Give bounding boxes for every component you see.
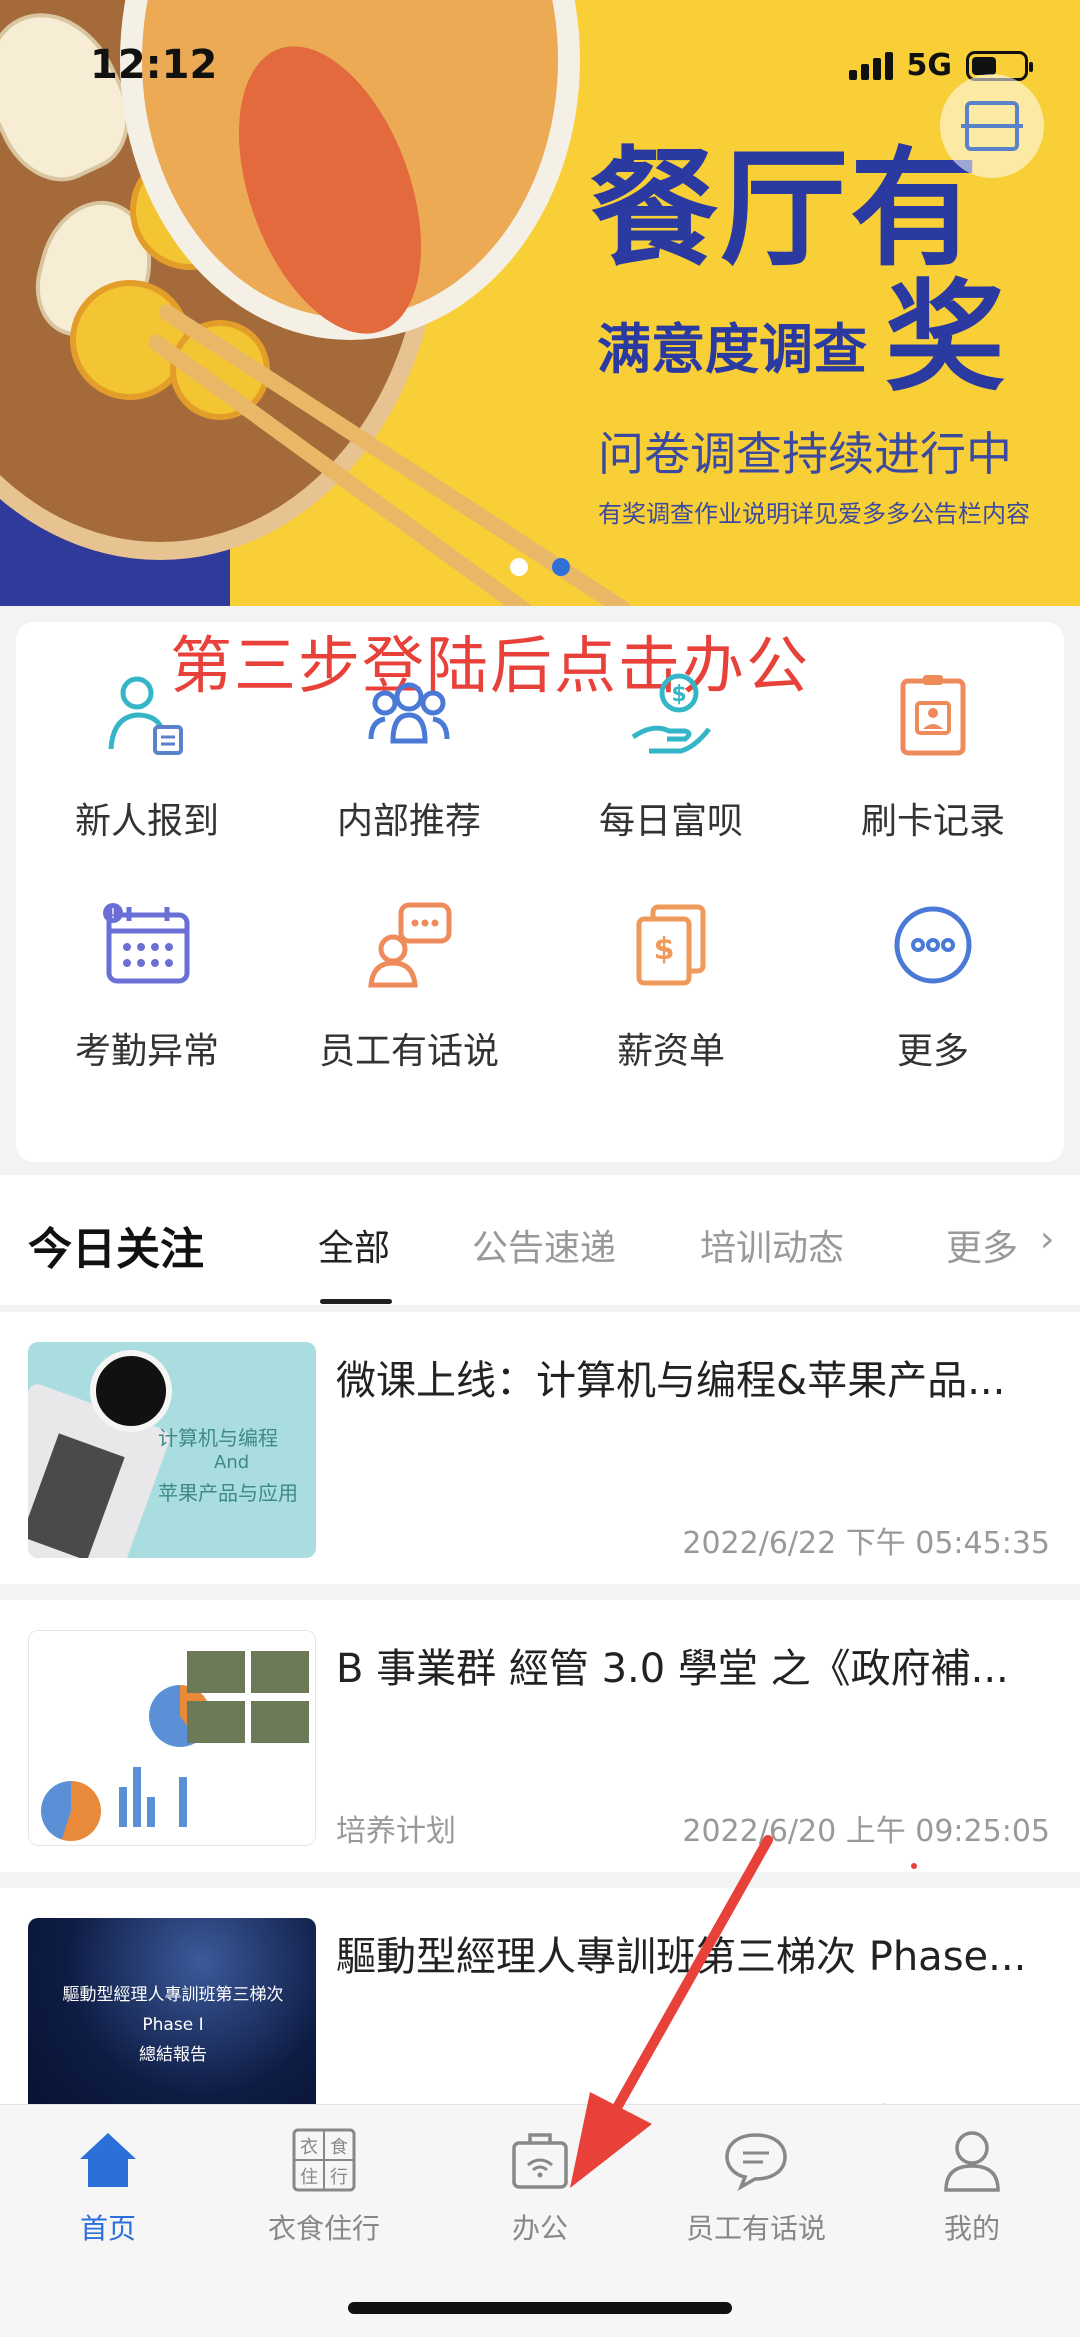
carousel-dot-active[interactable] [552, 558, 570, 576]
news-title[interactable]: 微课上线：计算机与编程&苹果产品... [336, 1348, 1048, 1406]
grid-item-daily-fortune[interactable]: $ 每日富呗 [540, 660, 802, 844]
news-thumbnail: 驅動型經理人專訓班第三梯次Phase I 總結報告 [28, 1918, 316, 2134]
office-briefcase-icon [502, 2125, 578, 2195]
scan-icon [961, 101, 1023, 151]
news-thumbnail: 计算机与编程 And 苹果产品与应用 [28, 1342, 316, 1558]
tab-more[interactable]: 更多 [946, 1219, 1018, 1271]
grid-item-label: 内部推荐 [336, 801, 481, 842]
nav-label: 我的 [943, 2212, 1000, 2245]
tab-announcements[interactable]: 公告速递 [472, 1219, 616, 1271]
home-icon [70, 2125, 146, 2195]
svg-text:食: 食 [330, 2137, 348, 2158]
focus-tab-bar: 今日关注 全部 公告速递 培训动态 更多 › [0, 1175, 1080, 1305]
referral-icon [354, 660, 464, 770]
more-circle-icon [878, 890, 988, 1000]
thumbnail-text: 驅動型經理人專訓班第三梯次Phase I 總結報告 [62, 1985, 284, 2065]
banner-subtitle: 问卷调查持续进行中 [598, 427, 1012, 481]
grid-item-label: 更多 [896, 1031, 969, 1072]
grid-item-payslip[interactable]: $ 薪资单 [540, 890, 802, 1074]
payslip-icon: $ [616, 890, 726, 1000]
news-title[interactable]: 驅動型經理人專訓班第三梯次 Phase... [336, 1924, 1048, 1982]
nav-home[interactable]: 首页 [0, 2125, 216, 2247]
badge-card-icon [878, 660, 988, 770]
news-time: 2022/6/22 下午 05:45:35 [682, 1526, 1050, 1561]
banner-note: 有奖调查作业说明详见爱多多公告栏内容 [598, 500, 1030, 528]
svg-text:!: ! [110, 907, 115, 922]
grid-item-label: 刷卡记录 [860, 801, 1005, 842]
chat-person-icon [354, 890, 464, 1000]
scan-button[interactable] [940, 74, 1044, 178]
svg-text:$: $ [671, 682, 686, 707]
active-tab-underline [320, 1299, 392, 1304]
nav-office[interactable]: 办公 [432, 2125, 648, 2247]
news-time: 2022/6/20 上午 09:25:05 [682, 1814, 1050, 1849]
focus-heading: 今日关注 [28, 1224, 204, 1275]
svg-text:行: 行 [330, 2167, 348, 2188]
thumbnail-text: And [214, 1452, 250, 1473]
news-title[interactable]: B 事業群 經管 3.0 學堂 之《政府補... [336, 1636, 1048, 1694]
chevron-right-icon[interactable]: › [1040, 1219, 1054, 1260]
news-item[interactable]: B 事業群 經管 3.0 學堂 之《政府補... 培养计划 2022/6/20 … [0, 1600, 1080, 1872]
status-time: 12:12 [90, 42, 218, 88]
grid-item-label: 员工有话说 [318, 1031, 499, 1072]
news-tag: 培养计划 [336, 1814, 456, 1849]
grid-item-label: 新人报到 [74, 801, 219, 842]
grid-item-label: 考勤异常 [74, 1031, 219, 1072]
nav-profile[interactable]: 我的 [864, 2125, 1080, 2247]
carousel-dot[interactable] [510, 558, 528, 576]
grid-item-label: 每日富呗 [598, 801, 743, 842]
banner-carousel[interactable]: 餐厅有 奖 满意度调查 问卷调查持续进行中 有奖调查作业说明详见爱多多公告栏内容 [0, 0, 1080, 606]
profile-icon [934, 2125, 1010, 2195]
grid-item-more[interactable]: 更多 [802, 890, 1064, 1074]
nav-label: 员工有话说 [685, 2212, 826, 2245]
clothing-food-grid-icon: 衣 食 住 行 [286, 2125, 362, 2195]
carousel-indicator [510, 558, 570, 576]
banner-line2: 满意度调查 [597, 318, 867, 381]
svg-text:住: 住 [300, 2167, 318, 2188]
signal-icon [848, 51, 893, 80]
banner-title-big: 奖 [885, 267, 1005, 408]
grid-item-card-record[interactable]: 刷卡记录 [802, 660, 1064, 844]
nav-label: 首页 [79, 2212, 136, 2245]
home-indicator [348, 2302, 732, 2314]
tab-all[interactable]: 全部 [318, 1219, 390, 1271]
news-thumbnail [28, 1630, 316, 1846]
grid-item-label: 薪资单 [616, 1031, 725, 1072]
nav-lifestyle[interactable]: 衣 食 住 行 衣食住行 [216, 2125, 432, 2247]
network-type: 5G [906, 48, 953, 83]
tab-training[interactable]: 培训动态 [700, 1219, 844, 1271]
nav-label: 办公 [511, 2212, 568, 2245]
grid-item-employee-voice[interactable]: 员工有话说 [278, 890, 540, 1074]
svg-text:衣: 衣 [300, 2137, 318, 2158]
nav-employee-voice[interactable]: 员工有话说 [648, 2125, 864, 2247]
new-employee-icon [92, 660, 202, 770]
function-grid: 新人报到 内部推荐 $ 每日富呗 刷卡记录 ! 考勤异常 员工有话说 $ 薪资单… [16, 660, 1064, 1074]
thumbnail-text: 计算机与编程 [158, 1426, 278, 1450]
news-item[interactable]: 计算机与编程 And 苹果产品与应用 微课上线：计算机与编程&苹果产品... 2… [0, 1312, 1080, 1584]
grid-item-referral[interactable]: 内部推荐 [278, 660, 540, 844]
grid-item-attendance-abnormal[interactable]: ! 考勤异常 [16, 890, 278, 1074]
calendar-abnormal-icon: ! [92, 890, 202, 1000]
svg-text:$: $ [654, 932, 675, 967]
chat-bubble-icon [718, 2125, 794, 2195]
thumbnail-text: 苹果产品与应用 [158, 1481, 298, 1505]
grid-item-new-employee[interactable]: 新人报到 [16, 660, 278, 844]
money-hand-icon: $ [616, 660, 726, 770]
nav-label: 衣食住行 [267, 2212, 380, 2245]
